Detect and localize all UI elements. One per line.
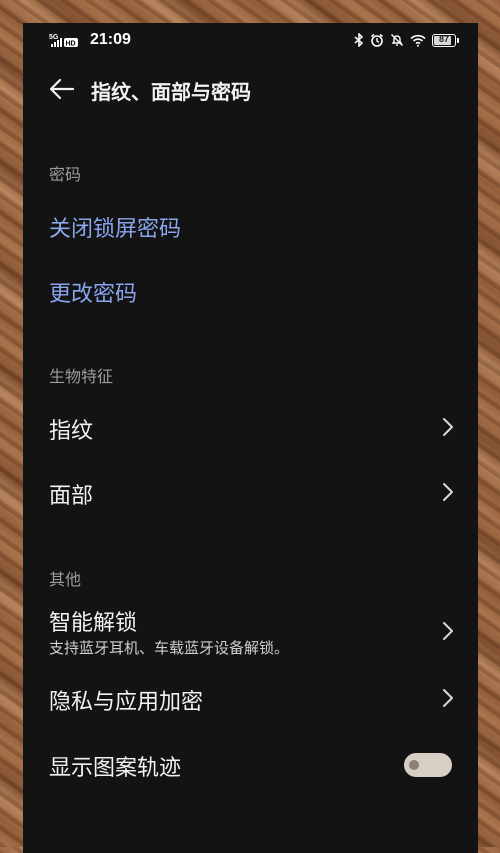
status-icons: 87 <box>354 32 459 48</box>
fingerprint-item[interactable]: 指纹 <box>23 408 478 448</box>
chevron-right-icon <box>443 622 453 640</box>
battery-icon: 87 <box>432 33 459 47</box>
battery-percent: 87 <box>438 33 449 44</box>
face-item[interactable]: 面部 <box>23 473 478 513</box>
smart-unlock-description: 支持蓝牙耳机、车载蓝牙设备解锁。 <box>49 639 290 657</box>
cell-signal-icon: 5G HD <box>49 34 78 48</box>
disable-lock-password-label: 关闭锁屏密码 <box>49 217 182 242</box>
toggle-knob <box>409 760 419 770</box>
alarm-icon <box>371 33 383 47</box>
privacy-app-encryption-item[interactable]: 隐私与应用加密 <box>23 679 478 719</box>
smart-unlock-label: 智能解锁 <box>49 611 138 636</box>
chevron-right-icon <box>443 483 453 501</box>
wifi-icon <box>410 34 426 47</box>
chevron-right-icon <box>443 689 453 707</box>
disable-lock-password-item[interactable]: 关闭锁屏密码 <box>23 205 478 245</box>
bell-off-icon <box>391 34 403 46</box>
status-time: 21:09 <box>90 31 131 48</box>
change-password-item[interactable]: 更改密码 <box>23 271 478 311</box>
section-header-biometrics: 生物特征 <box>49 367 114 386</box>
network-type: 5G <box>49 34 59 41</box>
top-app-bar: 指纹、面部与密码 <box>23 73 478 105</box>
hd-badge: HD <box>66 41 76 48</box>
page-title: 指纹、面部与密码 <box>91 80 251 104</box>
show-pattern-trace-toggle[interactable] <box>404 753 452 777</box>
show-pattern-trace-label: 显示图案轨迹 <box>49 756 182 781</box>
smart-unlock-item[interactable]: 智能解锁 支持蓝牙耳机、车载蓝牙设备解锁。 <box>23 603 478 663</box>
show-pattern-trace-item: 显示图案轨迹 <box>23 745 478 785</box>
privacy-app-encryption-label: 隐私与应用加密 <box>49 690 204 715</box>
chevron-right-icon <box>443 418 453 436</box>
change-password-label: 更改密码 <box>49 282 138 307</box>
phone-screen: 5G HD 21:09 87 指纹、面部与密码 密码 关闭锁屏密码 更改密码 生… <box>23 23 478 853</box>
section-header-password: 密码 <box>49 165 82 184</box>
fingerprint-label: 指纹 <box>49 419 94 444</box>
face-label: 面部 <box>49 484 94 509</box>
status-bar: 5G HD 21:09 87 <box>23 23 478 57</box>
section-header-other: 其他 <box>49 570 82 589</box>
bluetooth-icon <box>354 33 364 47</box>
back-arrow-icon[interactable] <box>49 77 75 101</box>
